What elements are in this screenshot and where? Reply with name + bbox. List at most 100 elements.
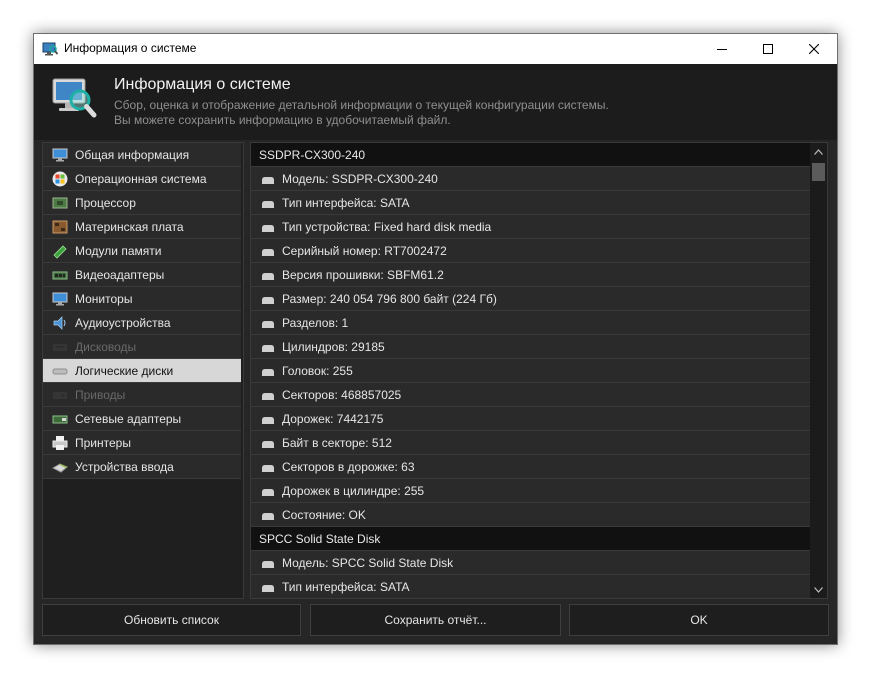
sidebar-item-8[interactable]: Аудиоустройства [43, 311, 241, 335]
device-group-header[interactable]: SSDPR-CX300-240 [251, 143, 810, 167]
disk-icon [261, 558, 275, 568]
sidebar-item-9[interactable]: Дисководы [43, 335, 241, 359]
sidebar-item-3[interactable]: Процессор [43, 191, 241, 215]
refresh-list-button[interactable]: Обновить список [42, 604, 301, 636]
minimize-icon [717, 49, 727, 50]
scroll-up-button[interactable] [810, 143, 827, 160]
sidebar-item-5[interactable]: Модули памяти [43, 239, 241, 263]
sidebar-item-label: Дисководы [75, 339, 137, 354]
sidebar-item-label: Приводы [75, 387, 126, 402]
speaker-icon [52, 315, 68, 331]
sidebar-item-13[interactable]: Принтеры [43, 431, 241, 455]
sidebar-item-14[interactable]: Устройства ввода [43, 455, 241, 479]
detail-row-text: Тип интерфейса: SATA [282, 195, 410, 210]
disk-icon [261, 246, 275, 256]
detail-row-text: Тип устройства: Fixed hard disk media [282, 219, 492, 234]
sidebar-item-label: Сетевые адаптеры [75, 411, 182, 426]
close-button[interactable] [791, 34, 837, 64]
sidebar-item-2[interactable]: Операционная система [43, 167, 241, 191]
disk-icon [261, 342, 275, 352]
scroll-down-button[interactable] [810, 581, 827, 598]
disk-icon [261, 294, 275, 304]
detail-row[interactable]: Дорожек в цилиндре: 255 [251, 479, 810, 503]
chevron-up-icon [814, 148, 823, 155]
detail-row-text: Размер: 240 054 796 800 байт (224 Гб) [282, 291, 497, 306]
disk-icon [52, 363, 68, 379]
disk-icon [261, 462, 275, 472]
close-icon [809, 44, 819, 54]
detail-row[interactable]: Тип устройства: Fixed hard disk media [251, 215, 810, 239]
detail-row[interactable]: Версия прошивки: SBFM61.2 [251, 263, 810, 287]
sidebar-item-10[interactable]: Логические диски [43, 359, 241, 383]
detail-row[interactable]: Модель: SPCC Solid State Disk [251, 551, 810, 575]
title-bar[interactable]: Информация о системе [34, 34, 837, 64]
disk-icon [261, 414, 275, 424]
detail-row[interactable]: Головок: 255 [251, 359, 810, 383]
header-banner: Информация о системе Сбор, оценка и отоб… [34, 64, 837, 140]
detail-row[interactable]: Цилиндров: 29185 [251, 335, 810, 359]
detail-row[interactable]: Секторов в дорожке: 63 [251, 455, 810, 479]
category-sidebar: Общая информация Операционная система Проц… [42, 142, 244, 599]
detail-row-text: Секторов в дорожке: 63 [282, 459, 415, 474]
sidebar-item-label: Материнская плата [75, 219, 184, 234]
disk-icon [261, 582, 275, 592]
disk-icon [261, 486, 275, 496]
window-title: Информация о системе [64, 41, 197, 55]
printer-icon [52, 435, 68, 451]
network-card-icon [52, 411, 68, 427]
vertical-scrollbar[interactable] [810, 143, 827, 598]
header-description-line-2: Вы можете сохранить информацию в удобочи… [114, 113, 451, 127]
system-info-window: Информация о системе Информация о систем… [33, 33, 838, 645]
sidebar-item-label: Процессор [75, 195, 136, 210]
save-report-button[interactable]: Сохранить отчёт... [310, 604, 561, 636]
system-info-app-icon [42, 42, 58, 56]
sidebar-item-4[interactable]: Материнская плата [43, 215, 241, 239]
detail-row[interactable]: Тип интерфейса: SATA [251, 575, 810, 598]
sidebar-item-label: Принтеры [75, 435, 131, 450]
sidebar-item-label: Общая информация [75, 147, 190, 162]
floppy-drive-icon [52, 339, 68, 355]
detail-row-text: Головок: 255 [282, 363, 353, 378]
detail-row[interactable]: Разделов: 1 [251, 311, 810, 335]
disk-icon [261, 366, 275, 376]
video-card-icon [52, 267, 68, 283]
detail-row[interactable]: Секторов: 468857025 [251, 383, 810, 407]
mouse-icon [51, 459, 68, 475]
detail-row-text: Дорожек: 7442175 [282, 411, 384, 426]
motherboard-icon [52, 219, 68, 235]
detail-row-text: Дорожек в цилиндре: 255 [282, 483, 425, 498]
detail-row[interactable]: Размер: 240 054 796 800 байт (224 Гб) [251, 287, 810, 311]
detail-row-text: Тип интерфейса: SATA [282, 579, 410, 594]
disk-icon [261, 510, 275, 520]
scrollbar-thumb[interactable] [812, 163, 825, 181]
detail-row-text: Модель: SPCC Solid State Disk [282, 555, 454, 570]
disk-icon [261, 174, 275, 184]
header-description: Сбор, оценка и отображение детальной инф… [114, 98, 609, 128]
detail-row-text: Цилиндров: 29185 [282, 339, 385, 354]
device-group-header[interactable]: SPCC Solid State Disk [251, 527, 810, 551]
detail-row-text: Разделов: 1 [282, 315, 349, 330]
sidebar-item-12[interactable]: Сетевые адаптеры [43, 407, 241, 431]
sidebar-item-label: Аудиоустройства [75, 315, 171, 330]
detail-row[interactable]: Состояние: OK [251, 503, 810, 527]
header-description-line-1: Сбор, оценка и отображение детальной инф… [114, 98, 609, 112]
detail-row[interactable]: Модель: SSDPR-CX300-240 [251, 167, 810, 191]
detail-row-text: Модель: SSDPR-CX300-240 [282, 171, 438, 186]
disk-icon [261, 390, 275, 400]
chevron-down-icon [814, 586, 823, 593]
disk-icon [261, 198, 275, 208]
details-panel: SSDPR-CX300-240 Модель: SSDPR-CX300-240 Ти… [250, 142, 828, 599]
detail-row-text: SPCC Solid State Disk [259, 531, 381, 546]
sidebar-item-6[interactable]: Видеоадаптеры [43, 263, 241, 287]
sidebar-item-11[interactable]: Приводы [43, 383, 241, 407]
detail-row[interactable]: Серийный номер: RT7002472 [251, 239, 810, 263]
detail-row[interactable]: Тип интерфейса: SATA [251, 191, 810, 215]
ok-button[interactable]: OK [569, 604, 829, 636]
sidebar-item-7[interactable]: Мониторы [43, 287, 241, 311]
disk-icon [261, 270, 275, 280]
maximize-button[interactable] [745, 34, 791, 64]
sidebar-item-1[interactable]: Общая информация [43, 143, 241, 167]
detail-row[interactable]: Дорожек: 7442175 [251, 407, 810, 431]
minimize-button[interactable] [699, 34, 745, 64]
detail-row[interactable]: Байт в секторе: 512 [251, 431, 810, 455]
